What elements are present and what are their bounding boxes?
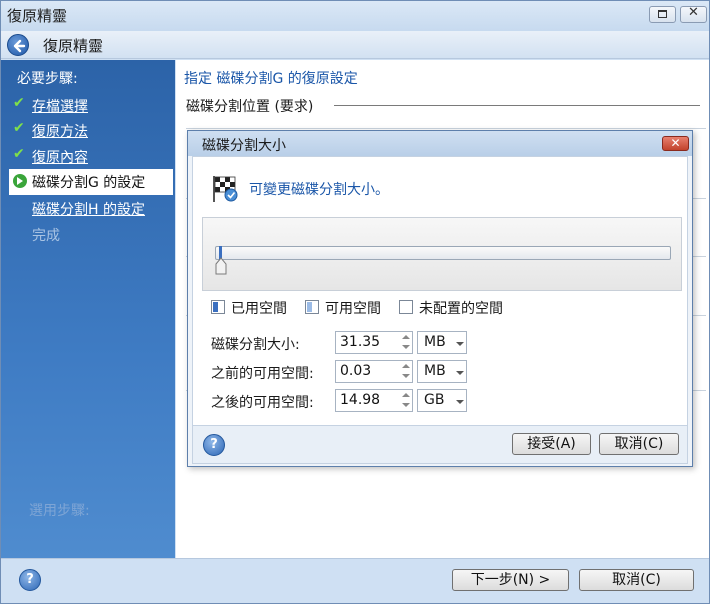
back-arrow-icon (13, 39, 26, 53)
dialog-close-button[interactable]: ✕ (662, 136, 689, 151)
legend-unallocated-space: 未配置的空間 (399, 298, 529, 318)
check-icon: ✔ (13, 146, 25, 162)
spin-up-icon (402, 364, 410, 368)
close-icon: ✕ (688, 5, 699, 20)
back-button[interactable] (7, 34, 29, 56)
used-space-swatch (211, 300, 225, 314)
wizard-header: 復原精靈 (1, 31, 709, 59)
dialog-title: 磁碟分割大小 (202, 138, 286, 154)
chevron-down-icon (456, 371, 464, 375)
steps-sidebar: 必要步驟: ✔ 存檔選擇 ✔ 復原方法 ✔ 復原內容 磁碟分割G 的設定 磁碟分… (1, 60, 175, 558)
unallocated-space-swatch (399, 300, 413, 314)
accept-button[interactable]: 接受(A) (512, 433, 591, 455)
chevron-down-icon (456, 342, 464, 346)
step-label: 復原方法 (32, 124, 88, 140)
check-icon: ✔ (13, 120, 25, 136)
free-before-unit-select[interactable]: MB (417, 360, 467, 383)
step-partition-h-settings[interactable]: 磁碟分割H 的設定 (9, 196, 173, 222)
section-title: 磁碟分割位置 (要求) (186, 96, 320, 116)
help-icon[interactable]: ? (19, 569, 41, 591)
chevron-down-icon (456, 400, 464, 404)
dialog-body: 可變更磁碟分割大小。 已用空間 可用空間 未配置的空間 磁碟分割大小: 31.3… (192, 156, 688, 464)
dialog-title-bar: 磁碟分割大小 ✕ (188, 131, 692, 156)
free-after-unit-select[interactable]: GB (417, 389, 467, 412)
partition-size-slider-panel (202, 217, 682, 291)
legend-label: 未配置的空間 (419, 301, 503, 317)
checkered-flag-icon (213, 176, 238, 202)
close-button[interactable]: ✕ (680, 5, 707, 23)
step-recovery-content[interactable]: ✔ 復原內容 (9, 144, 173, 170)
step-archive-selection[interactable]: ✔ 存檔選擇 (9, 93, 173, 119)
legend-free-space: 可用空間 (305, 298, 395, 318)
background-divider (186, 128, 706, 129)
step-label: 磁碟分割H 的設定 (32, 202, 145, 218)
wizard-footer: ? 下一步(N) > 取消(C) (1, 558, 709, 603)
next-button[interactable]: 下一步(N) > (452, 569, 569, 591)
partition-size-track[interactable] (215, 246, 671, 260)
title-bar: 復原精靈 ✕ (1, 1, 709, 31)
step-label: 復原內容 (32, 150, 88, 166)
step-label: 存檔選擇 (32, 99, 88, 115)
dialog-cancel-button[interactable]: 取消(C) (599, 433, 679, 455)
step-partition-g-settings[interactable]: 磁碟分割G 的設定 (9, 169, 173, 195)
help-icon[interactable]: ? (203, 434, 225, 456)
step-label: 完成 (32, 228, 60, 244)
section-divider (334, 105, 700, 106)
main-window: 復原精靈 ✕ 復原精靈 必要步驟: ✔ 存檔選擇 ✔ 復原方法 ✔ 復原內容 磁… (0, 0, 710, 604)
legend-label: 可用空間 (325, 301, 381, 317)
page-subtitle: 指定 磁碟分割G 的復原設定 (184, 71, 358, 87)
wizard-title: 復原精靈 (43, 37, 104, 55)
dialog-footer: ? 接受(A) 取消(C) (193, 425, 687, 463)
legend-used-space: 已用空間 (211, 298, 301, 318)
slider-thumb[interactable] (215, 246, 227, 276)
free-before-spinner[interactable] (399, 361, 412, 382)
free-space-swatch (305, 300, 319, 314)
step-recovery-method[interactable]: ✔ 復原方法 (9, 118, 173, 144)
partition-size-unit-select[interactable]: MB (417, 331, 467, 354)
legend-label: 已用空間 (231, 301, 287, 317)
partition-size-spinner[interactable] (399, 332, 412, 353)
restore-button[interactable] (649, 6, 676, 23)
close-icon: ✕ (670, 136, 681, 150)
free-after-label: 之後的可用空間: (211, 395, 314, 411)
optional-steps-heading: 選用步驟: (29, 503, 90, 519)
spin-down-icon (402, 345, 410, 349)
spin-down-icon (402, 374, 410, 378)
step-label: 磁碟分割G 的設定 (32, 175, 146, 191)
check-icon: ✔ (13, 95, 25, 111)
free-after-spinner[interactable] (399, 390, 412, 411)
spin-up-icon (402, 393, 410, 397)
partition-size-label: 磁碟分割大小: (211, 337, 300, 353)
unit-value: GB (424, 392, 445, 408)
cancel-button[interactable]: 取消(C) (579, 569, 694, 591)
window-title: 復原精靈 (7, 7, 68, 25)
dialog-message: 可變更磁碟分割大小。 (249, 182, 389, 198)
required-steps-heading: 必要步驟: (17, 71, 78, 87)
restore-icon (658, 10, 667, 18)
spin-down-icon (402, 403, 410, 407)
spin-up-icon (402, 335, 410, 339)
free-before-label: 之前的可用空間: (211, 366, 314, 382)
current-step-arrow-icon (13, 174, 27, 188)
partition-size-dialog: 磁碟分割大小 ✕ 可變更磁碟分割大小。 已用空間 可用空間 未配置的空間 磁碟分… (187, 130, 693, 467)
unit-value: MB (424, 363, 446, 379)
unit-value: MB (424, 334, 446, 350)
step-finish: 完成 (9, 222, 173, 248)
